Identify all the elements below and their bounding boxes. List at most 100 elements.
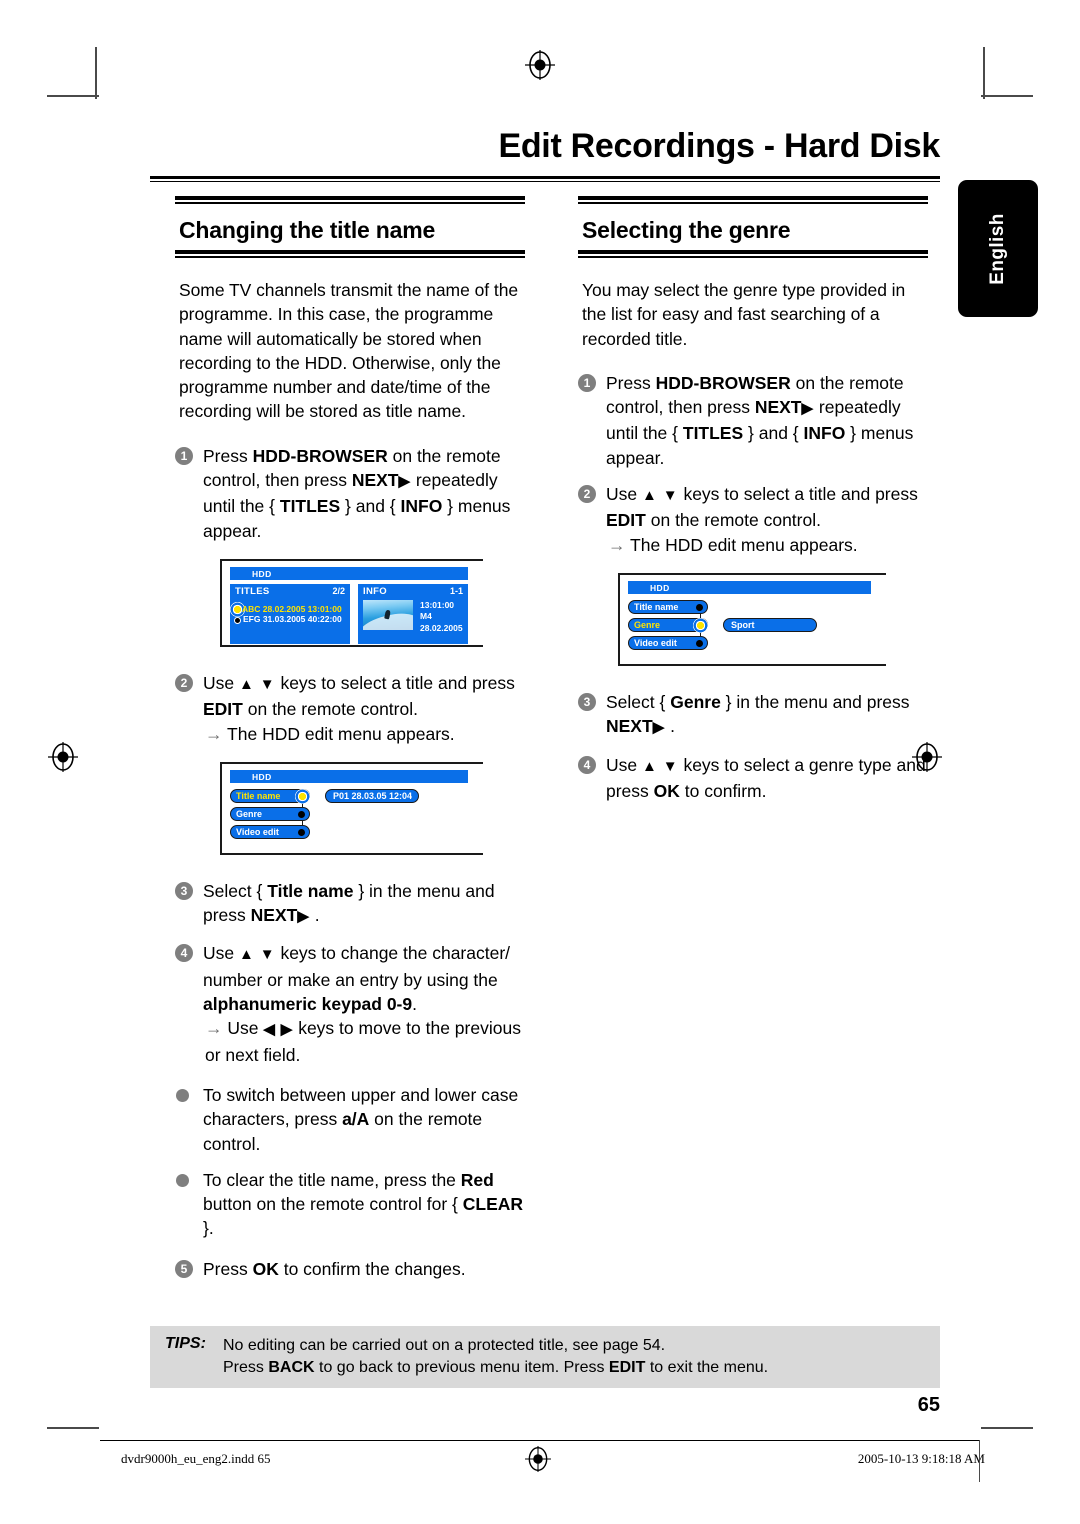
step-number: 3: [578, 692, 596, 711]
step-number: 2: [175, 673, 193, 692]
tv-menu-item-title-name[interactable]: Title name: [230, 788, 310, 804]
step-number: 3: [175, 881, 193, 900]
tv-menu-item-video-edit[interactable]: Video edit: [230, 824, 310, 839]
step-text: to confirm.: [679, 780, 767, 801]
step-bold: alphanumeric keypad 0-9: [203, 994, 413, 1015]
footer-divider: [100, 1440, 980, 1441]
left-step-3: 3 Select { Title name } in the menu and …: [175, 879, 525, 930]
tv-menu-item-title-name[interactable]: Title name: [628, 599, 708, 614]
step-text: Use: [606, 754, 642, 775]
knob-icon: [696, 639, 703, 647]
tv-titles-panel-title: TITLES: [235, 585, 270, 597]
crop-mark-top-right-vertical: [983, 47, 985, 99]
step-subnote-text: The HDD edit menu appears.: [222, 723, 455, 744]
step-number: 5: [175, 1259, 193, 1278]
left-section-heading: Changing the title name: [179, 217, 436, 243]
right-triangle-icon: ▶: [801, 400, 815, 418]
bullet-bold: CLEAR: [462, 1194, 524, 1215]
step-bold: HDD-BROWSER: [252, 445, 388, 466]
step-text: keys to select a title and press: [275, 672, 515, 693]
tv-info-panel-title: INFO: [363, 585, 387, 597]
footer-filename: dvdr9000h_eu_eng2.indd 65: [121, 1451, 271, 1466]
tips-text: to go back to previous menu item. Press: [314, 1359, 609, 1376]
knob-icon: [298, 810, 305, 818]
crop-mark-bottom-right-horizontal: [981, 1427, 1033, 1429]
step-bold: TITLES: [682, 423, 744, 444]
step-bold: NEXT: [351, 470, 399, 491]
crop-mark-top-left-horizontal: [47, 95, 99, 97]
up-triangle-icon: ▲: [641, 757, 658, 775]
footer-timestamp: 2005-10-13 9:18:18 AM: [857, 1451, 985, 1466]
result-arrow-icon: →: [608, 534, 626, 555]
tv-info-thumbnail: [363, 599, 413, 630]
tips-line-2: Press BACK to go back to previous menu i…: [223, 1357, 768, 1378]
right-triangle-icon: ▶: [280, 1021, 294, 1039]
step-text: } and {: [743, 423, 804, 444]
right-section-heading: Selecting the genre: [582, 217, 791, 243]
bullet-icon: [176, 1173, 189, 1187]
result-arrow-icon: →: [205, 1018, 223, 1039]
bullet-text: }.: [203, 1218, 214, 1239]
tv-info-panel-count: 1-1: [449, 585, 463, 596]
down-triangle-icon: ▼: [662, 757, 679, 775]
tv-menu-item-video-edit[interactable]: Video edit: [628, 635, 708, 650]
step-bold: HDD-BROWSER: [655, 372, 791, 393]
crop-mark-bottom-left-horizontal: [47, 1427, 99, 1429]
tv-menu-item-genre[interactable]: Genre: [230, 806, 310, 821]
tv-menu-item-label: Video edit: [634, 637, 677, 648]
step-subnote-text: Use: [222, 1018, 264, 1039]
right-heading-rule-top: [578, 196, 928, 204]
list-bullet-icon: [234, 616, 241, 624]
language-tab-label: English: [987, 212, 1008, 285]
tv-titles-panel-count: 2/2: [332, 585, 345, 596]
left-step-1: 1 Press HDD-BROWSER on the remote contro…: [175, 444, 525, 543]
step-text: Press: [203, 445, 253, 466]
tv-genre-value[interactable]: Sport: [723, 617, 817, 632]
right-triangle-icon: ▶: [652, 719, 666, 737]
tv-menu-item-label: Title name: [634, 601, 679, 612]
tv-menu-item-genre[interactable]: Genre: [628, 617, 708, 633]
tv-titles-panel: TITLES 2/2 ABC 28.02.2005 13:01:00 EFG 3…: [230, 583, 350, 644]
bullet-bold: Red: [460, 1169, 494, 1190]
right-step-4: 4 Use ▲ ▼ keys to select a genre type an…: [578, 753, 928, 804]
tv-info-line-3: 28.02.2005: [420, 622, 463, 633]
tips-line-1: No editing can be carried out on a prote…: [223, 1337, 666, 1354]
tips-label: TIPS:: [165, 1335, 206, 1352]
cursor-ring-icon: [693, 617, 708, 633]
tv-title-name-value[interactable]: P01 28.03.05 12:04: [325, 788, 419, 803]
bullet-icon: [176, 1088, 189, 1102]
step-text: Press: [606, 372, 656, 393]
knob-icon: [298, 828, 305, 836]
step-text: keys to select a title and press: [678, 484, 918, 505]
screenshot-titles-info: HDD TITLES 2/2 ABC 28.02.2005 13:01:00 E…: [220, 558, 483, 647]
step-bold: TITLES: [279, 496, 341, 517]
tips-bold: EDIT: [608, 1359, 646, 1376]
step-subnote: → The HDD edit menu appears.: [203, 722, 525, 746]
step-number: 4: [175, 944, 193, 963]
step-subnote: → Use ◀ ▶ keys to move to the previous o…: [203, 1016, 525, 1067]
step-bold: EDIT: [606, 510, 646, 531]
tv-info-line-2: M4: [420, 611, 432, 622]
crop-mark-top-left-vertical: [95, 47, 97, 99]
step-bold: INFO: [400, 496, 443, 517]
tv-info-panel: INFO 1-1 13:01:00 M4 28.02.2005: [358, 583, 468, 644]
right-step-2: 2 Use ▲ ▼ keys to select a title and pre…: [578, 482, 928, 557]
left-step-5: 5 Press OK to confirm the changes.: [175, 1257, 525, 1281]
left-step-2: 2 Use ▲ ▼ keys to select a title and pre…: [175, 671, 525, 746]
tips-text: to exit the menu.: [645, 1359, 769, 1376]
right-triangle-icon: ▶: [398, 473, 412, 491]
bullet-text: button on the remote control for {: [203, 1194, 463, 1215]
tv-menu-item-label: Title name: [236, 790, 281, 801]
step-text: .: [412, 994, 417, 1015]
tv-title-row-2: EFG 31.03.2005 40:22:00: [243, 613, 342, 624]
screenshot-hdd-edit-genre: HDD Title name Genre Video edit Sport: [618, 572, 886, 666]
step-bold: INFO: [803, 423, 846, 444]
left-bullet-2: To clear the title name, press the Red b…: [175, 1168, 525, 1241]
tips-text: Press: [223, 1359, 269, 1376]
step-bold: Title name: [267, 880, 354, 901]
knob-icon: [696, 603, 703, 611]
step-subnote-text: The HDD edit menu appears.: [625, 534, 858, 555]
footer-right-rule: [979, 1440, 980, 1482]
step-bold: OK: [653, 780, 680, 801]
right-step-3: 3 Select { Genre } in the menu and press…: [578, 690, 928, 741]
